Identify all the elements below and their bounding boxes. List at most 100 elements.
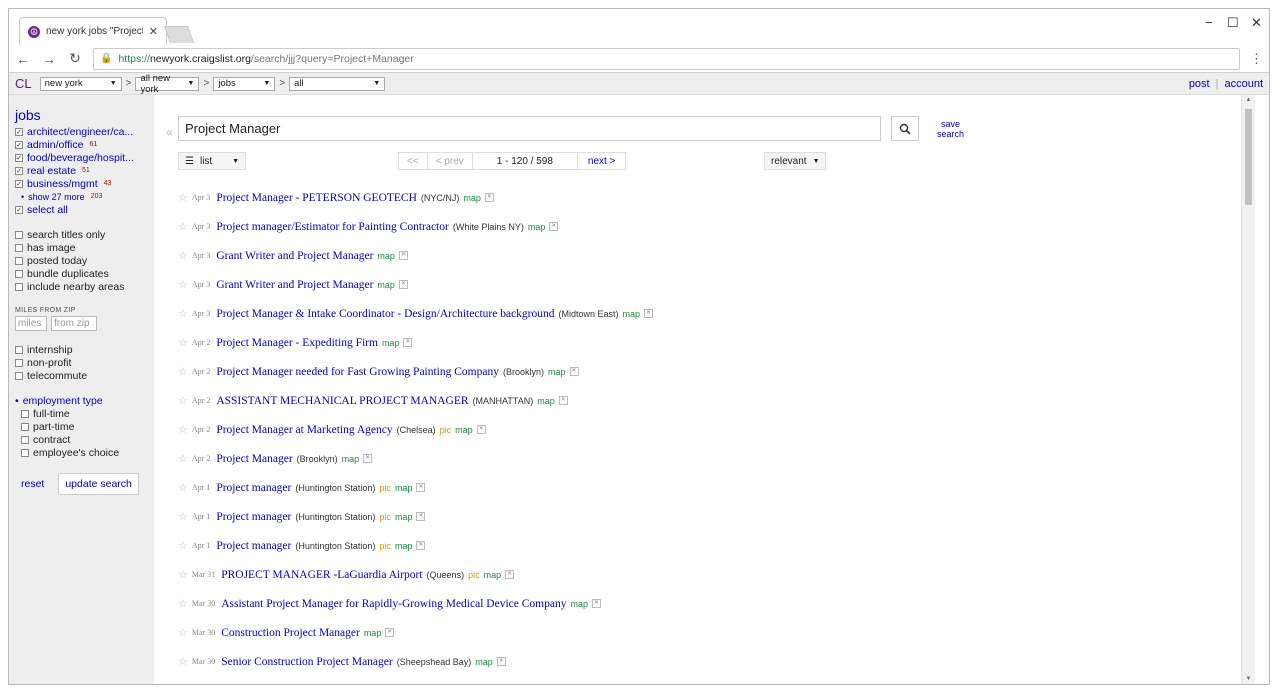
category-item[interactable]: real estate 51 — [15, 164, 148, 177]
filter-item[interactable]: bundle duplicates — [15, 267, 148, 280]
miles-input[interactable]: miles — [15, 316, 47, 331]
result-title-link[interactable]: PROJECT MANAGER -LaGuardia Airport — [221, 569, 422, 581]
result-map-link[interactable]: map — [528, 222, 546, 232]
filter-item[interactable]: has image — [15, 241, 148, 254]
result-title-link[interactable]: Grant Writer and Project Manager — [216, 279, 373, 291]
flag-item[interactable]: telecommute — [15, 369, 148, 382]
hide-posting-icon[interactable]: ✕ — [591, 599, 601, 608]
checkbox[interactable] — [15, 256, 23, 265]
result-map-link[interactable]: map — [463, 193, 481, 203]
subcategory-select[interactable]: all ▼ — [289, 76, 386, 91]
favorite-star-icon[interactable]: ☆ — [178, 191, 188, 204]
area-select[interactable]: all new york ▼ — [135, 73, 200, 95]
result-map-link[interactable]: map — [382, 338, 400, 348]
favorite-star-icon[interactable]: ☆ — [178, 423, 188, 436]
hide-posting-icon[interactable]: ✕ — [385, 628, 395, 637]
result-map-link[interactable]: map — [475, 657, 493, 667]
employment-item[interactable]: full-time — [21, 407, 148, 420]
result-map-link[interactable]: map — [395, 512, 413, 522]
category-item[interactable]: business/mgmt 43 — [15, 177, 148, 190]
hide-posting-icon[interactable]: ✕ — [484, 193, 494, 202]
zip-input[interactable]: from zip — [51, 316, 97, 331]
cl-logo[interactable]: CL — [15, 76, 32, 91]
filter-item[interactable]: search titles only — [15, 228, 148, 241]
checkbox-checked[interactable] — [15, 179, 23, 188]
result-map-link[interactable]: map — [570, 599, 588, 609]
favorite-star-icon[interactable]: ☆ — [178, 249, 188, 262]
favorite-star-icon[interactable]: ☆ — [178, 365, 188, 378]
result-title-link[interactable]: Project Manager needed for Fast Growing … — [216, 366, 499, 378]
result-title-link[interactable]: Project Manager - PETERSON GEOTECH — [216, 192, 417, 204]
favorite-star-icon[interactable]: ☆ — [178, 597, 188, 610]
forward-arrow-icon[interactable]: → — [41, 51, 57, 67]
checkbox-checked[interactable] — [15, 140, 23, 149]
post-link[interactable]: post — [1189, 78, 1210, 90]
hide-posting-icon[interactable]: ✕ — [476, 425, 486, 434]
page-scrollbar[interactable]: ▲ ▼ — [1241, 95, 1255, 684]
search-input[interactable]: Project Manager — [178, 116, 881, 141]
hide-posting-icon[interactable]: ✕ — [549, 222, 559, 231]
favorite-star-icon[interactable]: ☆ — [178, 278, 188, 291]
checkbox[interactable] — [15, 358, 23, 367]
collapse-sidebar-icon[interactable]: « — [166, 125, 173, 139]
checkbox[interactable] — [21, 422, 29, 431]
category-item[interactable]: admin/office 61 — [15, 138, 148, 151]
result-title-link[interactable]: Senior Construction Project Manager — [221, 656, 393, 668]
result-map-link[interactable]: map — [395, 483, 413, 493]
select-all-item[interactable]: select all — [15, 203, 148, 216]
checkbox[interactable] — [15, 282, 23, 291]
result-title-link[interactable]: Project manager — [216, 482, 291, 494]
checkbox[interactable] — [21, 448, 29, 457]
employment-item[interactable]: part-time — [21, 420, 148, 433]
checkbox[interactable] — [15, 230, 23, 239]
result-map-link[interactable]: map — [364, 628, 382, 638]
category-item[interactable]: food/beverage/hospit... — [15, 151, 148, 164]
employment-item[interactable]: employee's choice — [21, 446, 148, 459]
filter-item[interactable]: include nearby areas — [15, 280, 148, 293]
category-item[interactable]: architect/engineer/ca... — [15, 125, 148, 138]
checkbox[interactable] — [21, 435, 29, 444]
result-map-link[interactable]: map — [377, 251, 395, 261]
favorite-star-icon[interactable]: ☆ — [178, 307, 188, 320]
first-page-button[interactable]: << — [399, 153, 428, 169]
result-map-link[interactable]: map — [455, 425, 473, 435]
hide-posting-icon[interactable]: ✕ — [416, 541, 426, 550]
hide-posting-icon[interactable]: ✕ — [416, 512, 426, 521]
checkbox[interactable] — [15, 269, 23, 278]
result-title-link[interactable]: Grant Writer and Project Manager — [216, 250, 373, 262]
checkbox-checked[interactable] — [15, 205, 23, 214]
result-title-link[interactable]: Project manager/Estimator for Painting C… — [216, 221, 449, 233]
favorite-star-icon[interactable]: ☆ — [178, 626, 188, 639]
result-title-link[interactable]: Project Manager - Expediting Firm — [216, 337, 378, 349]
hide-posting-icon[interactable]: ✕ — [558, 396, 568, 405]
update-search-button[interactable]: update search — [58, 473, 139, 495]
checkbox[interactable] — [15, 371, 23, 380]
maximize-button[interactable]: ☐ — [1227, 15, 1239, 31]
favorite-star-icon[interactable]: ☆ — [178, 568, 188, 581]
category-select[interactable]: jobs ▼ — [213, 76, 276, 91]
checkbox[interactable] — [21, 409, 29, 418]
checkbox[interactable] — [15, 243, 23, 252]
checkbox-checked[interactable] — [15, 166, 23, 175]
flag-item[interactable]: internship — [15, 343, 148, 356]
hide-posting-icon[interactable]: ✕ — [569, 367, 579, 376]
reload-icon[interactable]: ↻ — [67, 50, 83, 67]
result-title-link[interactable]: Tower Crane Project Manager — [221, 685, 360, 686]
result-title-link[interactable]: Project Manager — [216, 453, 292, 465]
result-title-link[interactable]: Project Manager & Intake Coordinator - D… — [216, 308, 554, 320]
employment-type-header[interactable]: • employment type — [15, 394, 148, 407]
next-page-button[interactable]: next > — [578, 153, 626, 169]
reset-link[interactable]: reset — [21, 478, 44, 490]
result-map-link[interactable]: map — [537, 396, 555, 406]
hide-posting-icon[interactable]: ✕ — [496, 657, 506, 666]
favorite-star-icon[interactable]: ☆ — [178, 684, 188, 685]
result-map-link[interactable]: map — [342, 454, 360, 464]
scroll-thumb[interactable] — [1245, 109, 1252, 205]
result-map-link[interactable]: map — [484, 570, 502, 580]
result-title-link[interactable]: Construction Project Manager — [221, 627, 360, 639]
minimize-button[interactable]: − — [1205, 15, 1213, 30]
favorite-star-icon[interactable]: ☆ — [178, 655, 188, 668]
favorite-star-icon[interactable]: ☆ — [178, 336, 188, 349]
address-bar[interactable]: 🔒 https://newyork.craigslist.org/search/… — [93, 47, 1240, 70]
hide-posting-icon[interactable]: ✕ — [398, 280, 408, 289]
